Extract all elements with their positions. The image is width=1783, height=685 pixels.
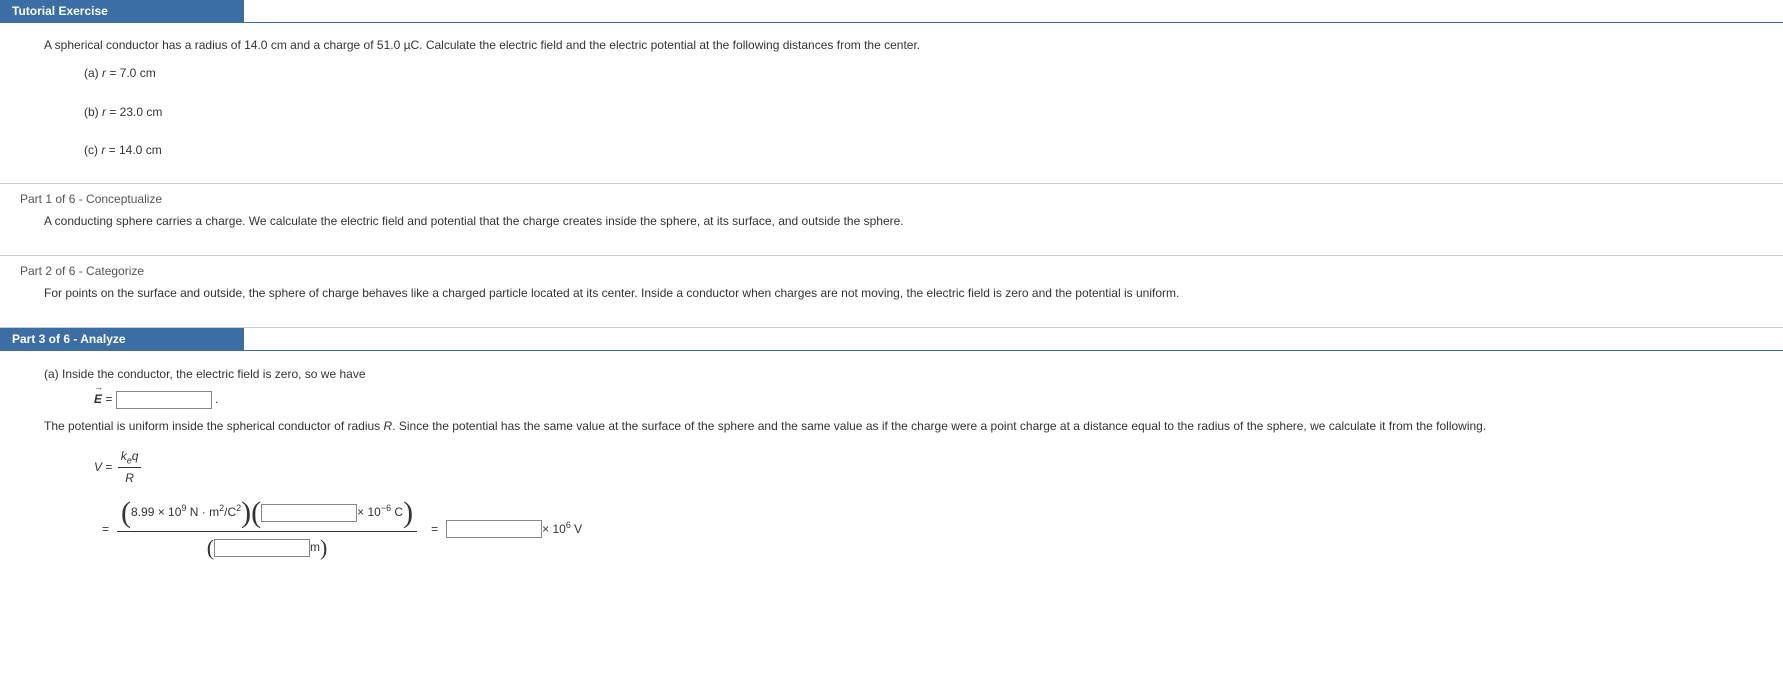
denominator: ( m ) bbox=[203, 532, 332, 561]
rparen-1: ) bbox=[241, 498, 251, 528]
const-val: 8.99 × 10 bbox=[131, 505, 181, 519]
prompt-pre: A spherical conductor has a radius of bbox=[44, 38, 244, 52]
part2-body: For points on the surface and outside, t… bbox=[0, 278, 1783, 317]
eq-sign-4: = bbox=[431, 520, 438, 539]
r-den: R bbox=[118, 468, 142, 488]
tutorial-tab-header: Tutorial Exercise bbox=[0, 0, 1783, 23]
prompt-post: . Calculate the electric field and the e… bbox=[419, 38, 920, 52]
b-eq: = 23.0 cm bbox=[106, 105, 162, 119]
radius-input[interactable] bbox=[214, 539, 310, 557]
x10a: × 10 bbox=[357, 505, 381, 519]
rparen-2: ) bbox=[403, 498, 413, 528]
part1-title: Part 1 of 6 - Conceptualize bbox=[0, 184, 1783, 206]
option-c: (c) r = 14.0 cm bbox=[44, 140, 1763, 160]
radius-value: 14.0 cm bbox=[244, 38, 287, 52]
c-label: (c) bbox=[84, 143, 101, 157]
lparen-1: ( bbox=[121, 498, 131, 528]
e-field-input[interactable] bbox=[116, 391, 212, 409]
numerator: ( 8.99 × 109 N · m2/C2 ) ( × 10−6 C ) bbox=[117, 498, 417, 532]
v-symbol: V bbox=[94, 459, 102, 473]
prompt-mid: and a charge of bbox=[287, 38, 377, 52]
v-unit: V bbox=[571, 522, 582, 536]
problem-statement: A spherical conductor has a radius of 14… bbox=[44, 35, 1763, 55]
tutorial-tab: Tutorial Exercise bbox=[0, 0, 244, 22]
big-fraction: ( 8.99 × 109 N · m2/C2 ) ( × 10−6 C ) ( bbox=[117, 498, 417, 561]
part1-section: Part 1 of 6 - Conceptualize A conducting… bbox=[0, 183, 1783, 255]
line2-a: The potential is uniform inside the sphe… bbox=[44, 419, 384, 433]
e-vector-symbol: E bbox=[94, 390, 102, 409]
part3-section: Part 3 of 6 - Analyze (a) Inside the con… bbox=[0, 327, 1783, 599]
period-1: . bbox=[215, 392, 218, 406]
lparen-2: ( bbox=[251, 498, 261, 528]
option-b: (b) r = 23.0 cm bbox=[44, 102, 1763, 122]
v-formula: V = keq R bbox=[94, 447, 1763, 488]
part3-line1: (a) Inside the conductor, the electric f… bbox=[44, 365, 1763, 384]
m-unit: m bbox=[310, 538, 320, 557]
result-input[interactable] bbox=[446, 520, 542, 538]
part1-body: A conducting sphere carries a charge. We… bbox=[0, 206, 1783, 245]
part2-title: Part 2 of 6 - Categorize bbox=[0, 256, 1783, 278]
coulomb-constant: 8.99 × 109 N · m2/C2 bbox=[131, 503, 241, 522]
a-label: (a) bbox=[84, 66, 102, 80]
part2-section: Part 2 of 6 - Categorize For points on t… bbox=[0, 255, 1783, 327]
line2-b: . Since the potential has the same value… bbox=[392, 419, 1486, 433]
const-units-b: /C bbox=[224, 505, 236, 519]
c-unit: C bbox=[391, 505, 403, 519]
option-a: (a) r = 7.0 cm bbox=[44, 63, 1763, 83]
r-symbol: R bbox=[384, 419, 393, 433]
times-10-6: × 106 V bbox=[542, 520, 582, 539]
part3-body: (a) Inside the conductor, the electric f… bbox=[0, 351, 1783, 575]
calculation-row: = ( 8.99 × 109 N · m2/C2 ) ( × 10−6 C ) bbox=[94, 498, 1763, 561]
rparen-3: ) bbox=[320, 537, 327, 559]
part3-tab: Part 3 of 6 - Analyze bbox=[0, 328, 244, 350]
c-eq: = 14.0 cm bbox=[105, 143, 161, 157]
a-eq: = 7.0 cm bbox=[106, 66, 156, 80]
eq-sign-2: = bbox=[105, 459, 115, 473]
times-10-neg6: × 10−6 C bbox=[357, 503, 403, 522]
keq-over-r-fraction: keq R bbox=[118, 447, 142, 488]
e-field-equation: E = . bbox=[94, 390, 1763, 409]
part3-line2: The potential is uniform inside the sphe… bbox=[44, 417, 1763, 436]
x10b: × 10 bbox=[542, 522, 566, 536]
const-units-a: N · m bbox=[186, 505, 219, 519]
charge-value: 51.0 µC bbox=[377, 38, 419, 52]
tutorial-exercise-section: Tutorial Exercise A spherical conductor … bbox=[0, 0, 1783, 183]
part3-tab-header: Part 3 of 6 - Analyze bbox=[0, 328, 1783, 351]
b-label: (b) bbox=[84, 105, 102, 119]
charge-input[interactable] bbox=[261, 504, 357, 522]
eq-sign-3: = bbox=[102, 520, 109, 539]
neg6-exp: −6 bbox=[381, 503, 391, 513]
eq-sign-1: = bbox=[105, 392, 115, 406]
lparen-3: ( bbox=[207, 537, 214, 559]
tutorial-content: A spherical conductor has a radius of 14… bbox=[0, 23, 1783, 173]
q-sym: q bbox=[132, 449, 139, 463]
